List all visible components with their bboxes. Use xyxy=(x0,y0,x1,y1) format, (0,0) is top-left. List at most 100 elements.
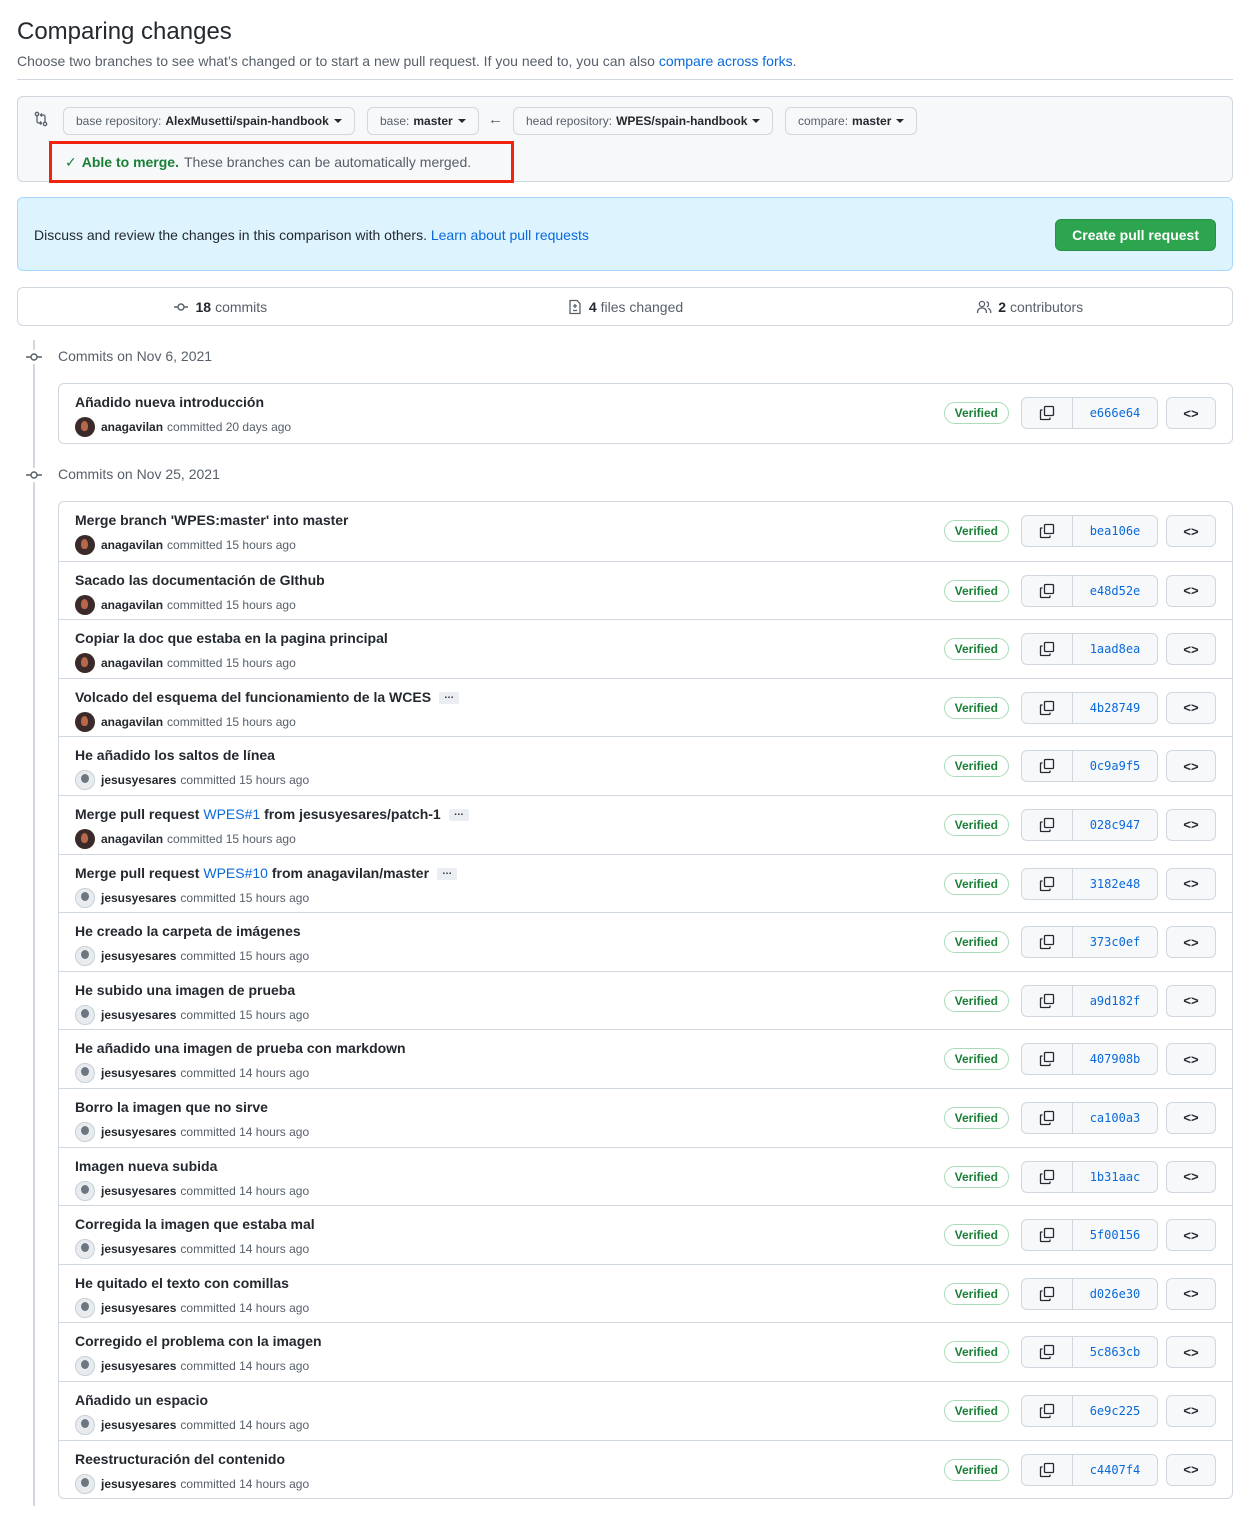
commit-sha-link[interactable]: 028c947 xyxy=(1073,810,1157,840)
commit-title[interactable]: Merge pull request WPES#10 from anagavil… xyxy=(75,865,458,881)
verified-badge[interactable]: Verified xyxy=(943,1165,1009,1188)
commit-message[interactable]: He añadido una imagen de prueba con mark… xyxy=(75,1040,406,1056)
commit-title[interactable]: Borro la imagen que no sirve xyxy=(75,1099,268,1115)
avatar[interactable] xyxy=(75,1180,95,1201)
avatar[interactable] xyxy=(75,535,95,555)
commit-message[interactable]: He subido una imagen de prueba xyxy=(75,982,295,998)
verified-badge[interactable]: Verified xyxy=(943,579,1009,602)
commit-sha-link[interactable]: c4407f4 xyxy=(1073,1455,1157,1485)
copy-sha-button[interactable] xyxy=(1022,985,1073,1016)
browse-code-button[interactable]: <> xyxy=(1166,808,1216,841)
browse-code-button[interactable]: <> xyxy=(1166,1453,1216,1486)
expand-message-button[interactable]: … xyxy=(448,808,469,822)
commit-message[interactable]: Corregida la imagen que estaba mal xyxy=(75,1216,315,1232)
commit-message[interactable]: Borro la imagen que no sirve xyxy=(75,1099,268,1115)
verified-badge[interactable]: Verified xyxy=(943,520,1009,542)
commit-message[interactable]: Merge pull request xyxy=(75,865,199,881)
copy-sha-button[interactable] xyxy=(1022,927,1073,958)
browse-code-button[interactable]: <> xyxy=(1166,397,1216,429)
copy-sha-button[interactable] xyxy=(1022,516,1073,546)
verified-badge[interactable]: Verified xyxy=(943,696,1009,719)
author-link[interactable]: jesusyesares xyxy=(101,773,176,787)
author-link[interactable]: jesusyesares xyxy=(101,1242,176,1256)
commit-message[interactable]: He creado la carpeta de imágenes xyxy=(75,923,301,939)
author-link[interactable]: jesusyesares xyxy=(101,1301,176,1315)
avatar[interactable] xyxy=(75,1004,95,1025)
browse-code-button[interactable]: <> xyxy=(1166,867,1216,900)
commit-sha-link[interactable]: 373c0ef xyxy=(1073,927,1157,957)
avatar[interactable] xyxy=(75,946,95,967)
commit-title[interactable]: He subido una imagen de prueba xyxy=(75,982,295,998)
copy-sha-button[interactable] xyxy=(1022,868,1073,899)
copy-sha-button[interactable] xyxy=(1022,1044,1073,1075)
browse-code-button[interactable]: <> xyxy=(1166,750,1216,783)
verified-badge[interactable]: Verified xyxy=(943,755,1009,778)
expand-message-button[interactable]: … xyxy=(437,866,458,880)
browse-code-button[interactable]: <> xyxy=(1166,1394,1216,1427)
author-link[interactable]: jesusyesares xyxy=(101,1066,176,1080)
avatar[interactable] xyxy=(75,1063,95,1084)
browse-code-button[interactable]: <> xyxy=(1166,1043,1216,1076)
verified-badge[interactable]: Verified xyxy=(943,989,1009,1012)
verified-badge[interactable]: Verified xyxy=(943,1106,1009,1129)
commit-title[interactable]: Sacado las documentación de GIthub xyxy=(75,572,325,588)
commit-title[interactable]: He añadido los saltos de línea xyxy=(75,747,275,763)
avatar[interactable] xyxy=(75,711,95,732)
verified-badge[interactable]: Verified xyxy=(943,1458,1009,1481)
contributors-tab[interactable]: 2 contributors xyxy=(827,288,1232,325)
copy-sha-button[interactable] xyxy=(1022,398,1073,428)
copy-sha-button[interactable] xyxy=(1022,809,1073,840)
browse-code-button[interactable]: <> xyxy=(1166,926,1216,959)
author-link[interactable]: jesusyesares xyxy=(101,1359,176,1373)
commit-message[interactable]: Añadido un espacio xyxy=(75,1392,208,1408)
commit-sha-link[interactable]: 1b31aac xyxy=(1073,1162,1157,1192)
commit-sha-link[interactable]: a9d182f xyxy=(1073,986,1157,1016)
author-link[interactable]: jesusyesares xyxy=(101,1125,176,1139)
commit-message[interactable]: Merge branch 'WPES:master' into master xyxy=(75,512,349,528)
commit-message[interactable]: Añadido nueva introducción xyxy=(75,394,264,410)
commit-sha-link[interactable]: 5f00156 xyxy=(1073,1220,1157,1250)
create-pull-request-button[interactable]: Create pull request xyxy=(1055,219,1216,251)
commit-message[interactable]: He añadido los saltos de línea xyxy=(75,747,275,763)
learn-pull-requests-link[interactable]: Learn about pull requests xyxy=(431,227,589,243)
pull-request-link[interactable]: WPES#1 xyxy=(203,806,260,822)
copy-sha-button[interactable] xyxy=(1022,1278,1073,1309)
avatar[interactable] xyxy=(75,887,95,908)
commit-message[interactable]: Reestructuración del contenido xyxy=(75,1451,285,1467)
commit-sha-link[interactable]: 3182e48 xyxy=(1073,869,1157,899)
commit-message-end[interactable]: from anagavilan/master xyxy=(272,865,429,881)
avatar[interactable] xyxy=(75,1356,95,1377)
verified-badge[interactable]: Verified xyxy=(943,1399,1009,1422)
commit-title[interactable]: Imagen nueva subida xyxy=(75,1158,217,1174)
head-repository-select[interactable]: head repository: WPES/spain-handbook xyxy=(513,107,774,135)
commit-sha-link[interactable]: 1aad8ea xyxy=(1073,634,1157,664)
copy-sha-button[interactable] xyxy=(1022,575,1073,606)
commit-sha-link[interactable]: 407908b xyxy=(1073,1044,1157,1074)
browse-code-button[interactable]: <> xyxy=(1166,1219,1216,1252)
author-link[interactable]: anagavilan xyxy=(101,715,163,729)
commit-title[interactable]: He creado la carpeta de imágenes xyxy=(75,923,301,939)
browse-code-button[interactable]: <> xyxy=(1166,633,1216,666)
expand-message-button[interactable]: … xyxy=(439,691,460,705)
verified-badge[interactable]: Verified xyxy=(943,1282,1009,1305)
browse-code-button[interactable]: <> xyxy=(1166,1336,1216,1369)
avatar[interactable] xyxy=(75,594,95,615)
commit-title[interactable]: Corregido el problema con la imagen xyxy=(75,1333,322,1349)
avatar[interactable] xyxy=(75,1121,95,1142)
avatar[interactable] xyxy=(75,1297,95,1318)
commit-sha-link[interactable]: e666e64 xyxy=(1073,398,1157,428)
avatar[interactable] xyxy=(75,1473,95,1494)
commit-title[interactable]: Copiar la doc que estaba en la pagina pr… xyxy=(75,630,388,646)
commit-title[interactable]: Merge pull request WPES#1 from jesusyesa… xyxy=(75,806,469,822)
commit-title[interactable]: Volcado del esquema del funcionamiento d… xyxy=(75,689,460,705)
copy-sha-button[interactable] xyxy=(1022,1454,1073,1485)
copy-sha-button[interactable] xyxy=(1022,1161,1073,1192)
copy-sha-button[interactable] xyxy=(1022,751,1073,782)
verified-badge[interactable]: Verified xyxy=(943,813,1009,836)
compare-across-forks-link[interactable]: compare across forks xyxy=(659,53,793,69)
files-changed-tab[interactable]: 4 files changed xyxy=(423,288,828,325)
compare-branch-select[interactable]: compare: master xyxy=(785,107,918,135)
copy-sha-button[interactable] xyxy=(1022,1102,1073,1133)
commits-tab[interactable]: 18 commits xyxy=(18,288,423,325)
browse-code-button[interactable]: <> xyxy=(1166,515,1216,547)
